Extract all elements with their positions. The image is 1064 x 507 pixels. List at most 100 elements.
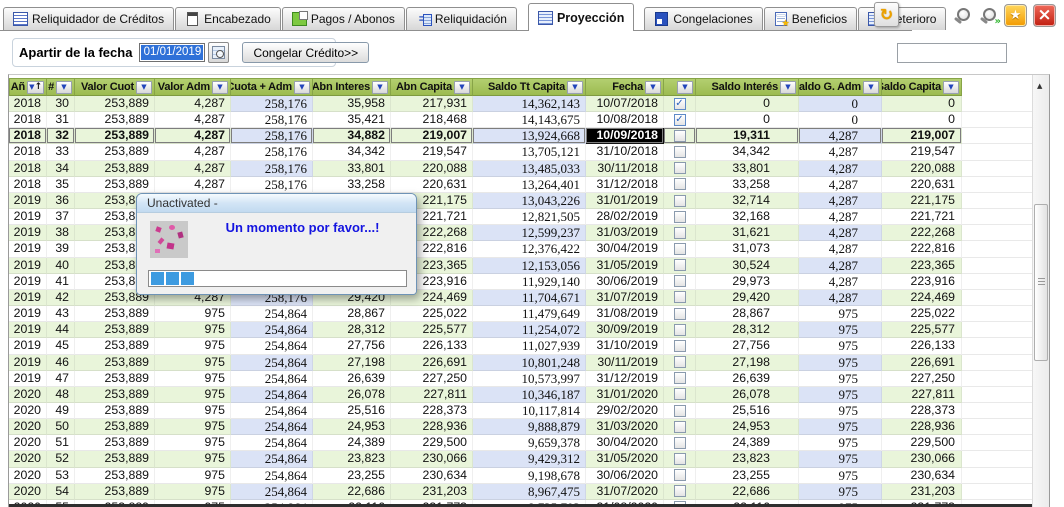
cell-saldo_capita[interactable]: 228,373: [882, 403, 962, 419]
cell-num[interactable]: 47: [47, 371, 75, 387]
cell-cuota_adm[interactable]: 254,864: [231, 387, 313, 403]
cell-saldo_g_adm[interactable]: 975: [799, 403, 882, 419]
cell-abn_interes[interactable]: 27,198: [313, 355, 391, 371]
cell-saldo_capita[interactable]: 230,066: [882, 451, 962, 467]
column-header-cuota_adm[interactable]: Cuota + Adm▼: [231, 78, 313, 96]
cell-saldo_interes[interactable]: 29,420: [696, 290, 799, 306]
cell-saldo_capita[interactable]: 219,547: [882, 144, 962, 160]
column-header-saldo_capita[interactable]: Saldo Capita▼: [882, 78, 962, 96]
cell-abn_capita[interactable]: 226,691: [391, 355, 473, 371]
row-checkbox[interactable]: [674, 275, 686, 287]
cell-valor_cuota[interactable]: 253,889: [75, 177, 155, 193]
cell-num[interactable]: 41: [47, 274, 75, 290]
cell-saldo_capita[interactable]: 227,811: [882, 387, 962, 403]
scroll-up-icon[interactable]: ▲: [1037, 82, 1042, 90]
cell-fecha[interactable]: 31/12/2018: [586, 177, 664, 193]
cell-abn_interes[interactable]: 34,882: [313, 128, 391, 144]
cell-check[interactable]: [664, 468, 696, 484]
cell-check[interactable]: [664, 403, 696, 419]
cell-check[interactable]: ✓: [664, 96, 696, 112]
cell-saldo_tt[interactable]: 11,704,671: [473, 290, 586, 306]
row-checkbox[interactable]: [674, 453, 686, 465]
cell-saldo_tt[interactable]: 13,043,226: [473, 193, 586, 209]
cell-abn_interes[interactable]: 23,255: [313, 468, 391, 484]
cell-valor_adm[interactable]: 975: [155, 322, 231, 338]
cell-saldo_capita[interactable]: 224,469: [882, 290, 962, 306]
cell-num[interactable]: 31: [47, 112, 75, 128]
cell-abn_interes[interactable]: 25,516: [313, 403, 391, 419]
row-checkbox[interactable]: [674, 372, 686, 384]
column-header-saldo_interes[interactable]: Saldo Interés▼: [696, 78, 799, 96]
cell-abn_capita[interactable]: 219,547: [391, 144, 473, 160]
cell-check[interactable]: [664, 419, 696, 435]
cell-check[interactable]: [664, 128, 696, 144]
favorite-button[interactable]: [1004, 4, 1027, 27]
cell-fecha[interactable]: 31/12/2019: [586, 371, 664, 387]
cell-saldo_interes[interactable]: 31,621: [696, 225, 799, 241]
cell-num[interactable]: 38: [47, 225, 75, 241]
cell-saldo_capita[interactable]: 221,721: [882, 209, 962, 225]
cell-saldo_interes[interactable]: 23,255: [696, 468, 799, 484]
cell-fecha[interactable]: 29/02/2020: [586, 403, 664, 419]
cell-abn_capita[interactable]: 230,634: [391, 468, 473, 484]
cell-saldo_tt[interactable]: 13,264,401: [473, 177, 586, 193]
cell-check[interactable]: [664, 451, 696, 467]
cell-saldo_tt[interactable]: 12,376,422: [473, 241, 586, 257]
cell-check[interactable]: [664, 274, 696, 290]
cell-check[interactable]: [664, 258, 696, 274]
cell-ano[interactable]: 2019: [9, 371, 47, 387]
cell-ano[interactable]: 2019: [9, 209, 47, 225]
side-input[interactable]: [897, 43, 1007, 63]
cell-cuota_adm[interactable]: 258,176: [231, 177, 313, 193]
cell-num[interactable]: 35: [47, 177, 75, 193]
cell-num[interactable]: 46: [47, 355, 75, 371]
cell-num[interactable]: 54: [47, 484, 75, 500]
row-checkbox[interactable]: [674, 485, 686, 497]
column-header-valor_adm[interactable]: Valor Adm▼: [155, 78, 231, 96]
cell-check[interactable]: [664, 209, 696, 225]
cell-saldo_g_adm[interactable]: 975: [799, 306, 882, 322]
cell-saldo_g_adm[interactable]: 4,287: [799, 177, 882, 193]
cell-check[interactable]: [664, 306, 696, 322]
row-checkbox[interactable]: [674, 291, 686, 303]
cell-ano[interactable]: 2018: [9, 112, 47, 128]
cell-num[interactable]: 40: [47, 258, 75, 274]
cell-cuota_adm[interactable]: 258,176: [231, 96, 313, 112]
cell-saldo_interes[interactable]: 26,078: [696, 387, 799, 403]
cell-abn_capita[interactable]: 228,373: [391, 403, 473, 419]
cell-abn_capita[interactable]: 218,468: [391, 112, 473, 128]
cell-saldo_g_adm[interactable]: 975: [799, 322, 882, 338]
cell-abn_interes[interactable]: 33,258: [313, 177, 391, 193]
cell-abn_interes[interactable]: 34,342: [313, 144, 391, 160]
cell-check[interactable]: [664, 144, 696, 160]
column-header-valor_cuota[interactable]: Valor Cuot▼: [75, 78, 155, 96]
cell-saldo_capita[interactable]: 222,268: [882, 225, 962, 241]
cell-num[interactable]: 42: [47, 290, 75, 306]
cell-saldo_interes[interactable]: 27,756: [696, 338, 799, 354]
cell-cuota_adm[interactable]: 254,864: [231, 419, 313, 435]
cell-saldo_g_adm[interactable]: 4,287: [799, 128, 882, 144]
cell-fecha[interactable]: 10/08/2018: [586, 112, 664, 128]
cell-saldo_capita[interactable]: 0: [882, 112, 962, 128]
cell-saldo_tt[interactable]: 11,254,072: [473, 322, 586, 338]
cell-num[interactable]: 43: [47, 306, 75, 322]
cell-saldo_g_adm[interactable]: 4,287: [799, 241, 882, 257]
cell-fecha[interactable]: 10/09/2018: [586, 128, 664, 144]
cell-saldo_tt[interactable]: 12,599,237: [473, 225, 586, 241]
cell-fecha[interactable]: 28/02/2019: [586, 209, 664, 225]
cell-saldo_tt[interactable]: 9,429,312: [473, 451, 586, 467]
cell-saldo_g_adm[interactable]: 975: [799, 468, 882, 484]
cell-valor_adm[interactable]: 4,287: [155, 161, 231, 177]
tab-encabezado[interactable]: Encabezado: [175, 7, 281, 30]
row-checkbox[interactable]: [674, 388, 686, 400]
filter-dropdown-icon[interactable]: ▼: [136, 81, 152, 94]
cell-saldo_interes[interactable]: 24,953: [696, 419, 799, 435]
cell-num[interactable]: 36: [47, 193, 75, 209]
cell-ano[interactable]: 2019: [9, 322, 47, 338]
cell-saldo_tt[interactable]: 8,967,475: [473, 484, 586, 500]
row-checkbox[interactable]: [674, 324, 686, 336]
tab-congelaciones[interactable]: Congelaciones: [644, 7, 762, 30]
cell-saldo_tt[interactable]: 9,659,378: [473, 435, 586, 451]
cell-saldo_g_adm[interactable]: 975: [799, 387, 882, 403]
cell-fecha[interactable]: 31/10/2019: [586, 338, 664, 354]
